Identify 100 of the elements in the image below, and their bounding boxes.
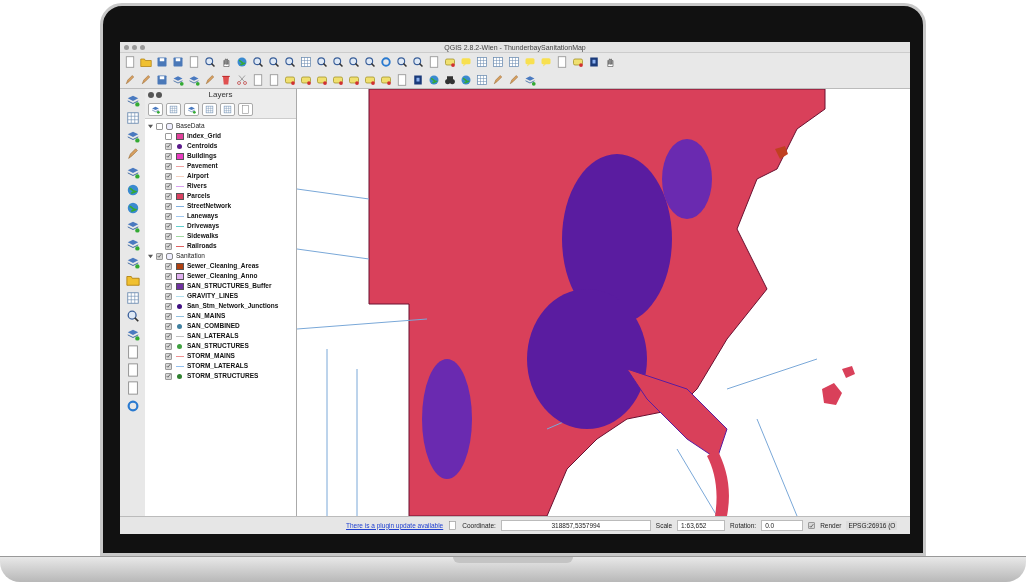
checkbox[interactable] xyxy=(165,152,172,160)
layer-add-icon[interactable] xyxy=(188,73,200,86)
checkbox[interactable] xyxy=(165,322,172,330)
label-icon[interactable] xyxy=(380,73,392,86)
globe-icon[interactable] xyxy=(125,201,140,215)
checkbox[interactable] xyxy=(165,242,172,250)
table-icon[interactable] xyxy=(476,73,488,86)
document-icon[interactable] xyxy=(556,56,568,68)
expand-arrow-icon[interactable] xyxy=(148,123,153,129)
group-icon xyxy=(166,122,173,130)
checkbox[interactable] xyxy=(156,252,163,260)
layer-add-icon[interactable] xyxy=(125,219,140,233)
document-icon[interactable] xyxy=(268,73,280,86)
magnifier-icon[interactable] xyxy=(396,56,408,68)
checkbox[interactable] xyxy=(165,302,172,310)
layer-add-icon[interactable] xyxy=(125,93,140,107)
float-icon[interactable] xyxy=(156,91,162,98)
checkbox[interactable] xyxy=(165,212,172,220)
magnifier-icon[interactable] xyxy=(364,56,376,68)
label-icon[interactable] xyxy=(300,73,312,86)
checkbox[interactable] xyxy=(165,342,172,350)
checkbox[interactable] xyxy=(165,182,172,190)
checkbox[interactable] xyxy=(165,132,172,140)
checkbox[interactable] xyxy=(165,312,172,320)
close-icon[interactable] xyxy=(148,91,154,98)
checkbox[interactable] xyxy=(165,282,172,290)
layer-add-icon[interactable] xyxy=(172,73,184,86)
checkbox[interactable] xyxy=(165,362,172,370)
help-icon[interactable] xyxy=(588,56,600,68)
label-icon[interactable] xyxy=(444,56,456,68)
magnifier-icon[interactable] xyxy=(125,309,140,323)
document-icon[interactable] xyxy=(188,56,200,68)
magnifier-icon[interactable] xyxy=(412,56,424,68)
group-icon xyxy=(166,252,173,260)
label-icon[interactable] xyxy=(348,73,360,86)
expand-arrow-icon[interactable] xyxy=(148,253,153,259)
pencil-icon[interactable] xyxy=(140,73,152,86)
magnifier-icon[interactable] xyxy=(348,56,360,68)
table-icon[interactable] xyxy=(508,56,520,68)
checkbox[interactable] xyxy=(165,272,172,280)
label-icon[interactable] xyxy=(332,73,344,86)
checkbox[interactable] xyxy=(165,202,172,210)
document-icon[interactable] xyxy=(125,381,140,395)
layer-add-icon[interactable] xyxy=(125,237,140,251)
scissors-icon[interactable] xyxy=(236,73,248,86)
checkbox[interactable] xyxy=(165,172,172,180)
trash-icon[interactable] xyxy=(220,73,232,86)
refresh-icon[interactable] xyxy=(380,56,392,68)
pencil-icon[interactable] xyxy=(124,73,136,86)
layer-add-icon[interactable] xyxy=(125,255,140,269)
checkbox[interactable] xyxy=(165,192,172,200)
label-icon[interactable] xyxy=(316,73,328,86)
pencil-icon[interactable] xyxy=(492,73,504,86)
folder-icon[interactable] xyxy=(125,273,140,287)
table-icon[interactable] xyxy=(476,56,488,68)
checkbox[interactable] xyxy=(165,162,172,170)
checkbox[interactable] xyxy=(165,222,172,230)
checkbox[interactable] xyxy=(165,352,172,360)
magnifier-icon[interactable] xyxy=(268,56,280,68)
panel-title: Layers xyxy=(208,89,233,100)
magnifier-icon[interactable] xyxy=(332,56,344,68)
label-icon[interactable] xyxy=(364,73,376,86)
document-icon[interactable] xyxy=(125,363,140,377)
pencil-icon[interactable] xyxy=(125,147,140,161)
document-icon[interactable] xyxy=(125,345,140,359)
checkbox[interactable] xyxy=(165,262,172,270)
checkbox[interactable] xyxy=(165,232,172,240)
document-icon[interactable] xyxy=(124,56,136,68)
label-icon[interactable] xyxy=(284,73,296,86)
label-icon[interactable] xyxy=(572,56,584,68)
globe-icon[interactable] xyxy=(236,56,248,68)
layer-add-icon[interactable] xyxy=(524,73,536,86)
checkbox[interactable] xyxy=(165,332,172,340)
globe-icon[interactable] xyxy=(125,183,140,197)
minimize-icon[interactable] xyxy=(132,44,137,50)
checkbox[interactable] xyxy=(156,122,163,130)
table-icon[interactable] xyxy=(492,56,504,68)
checkbox[interactable] xyxy=(165,292,172,300)
pencil-icon[interactable] xyxy=(508,73,520,86)
checkbox[interactable] xyxy=(165,142,172,150)
magnifier-icon[interactable] xyxy=(252,56,264,68)
table-icon[interactable] xyxy=(300,56,312,68)
magnifier-icon[interactable] xyxy=(284,56,296,68)
table-icon[interactable] xyxy=(125,111,140,125)
refresh-icon[interactable] xyxy=(125,399,140,413)
folder-icon[interactable] xyxy=(140,56,152,68)
layer-add-icon[interactable] xyxy=(125,129,140,143)
document-icon[interactable] xyxy=(428,56,440,68)
magnifier-icon[interactable] xyxy=(316,56,328,68)
pencil-icon[interactable] xyxy=(204,73,216,86)
checkbox[interactable] xyxy=(165,372,172,380)
help-icon[interactable] xyxy=(412,73,424,86)
layer-add-icon[interactable] xyxy=(125,327,140,341)
magnifier-icon[interactable] xyxy=(204,56,216,68)
document-icon[interactable] xyxy=(448,521,458,530)
document-icon[interactable] xyxy=(252,73,264,86)
checkbox[interactable] xyxy=(808,522,816,529)
binoculars-icon[interactable] xyxy=(444,73,456,86)
layer-add-icon[interactable] xyxy=(125,165,140,179)
zoom-icon[interactable] xyxy=(140,44,145,50)
